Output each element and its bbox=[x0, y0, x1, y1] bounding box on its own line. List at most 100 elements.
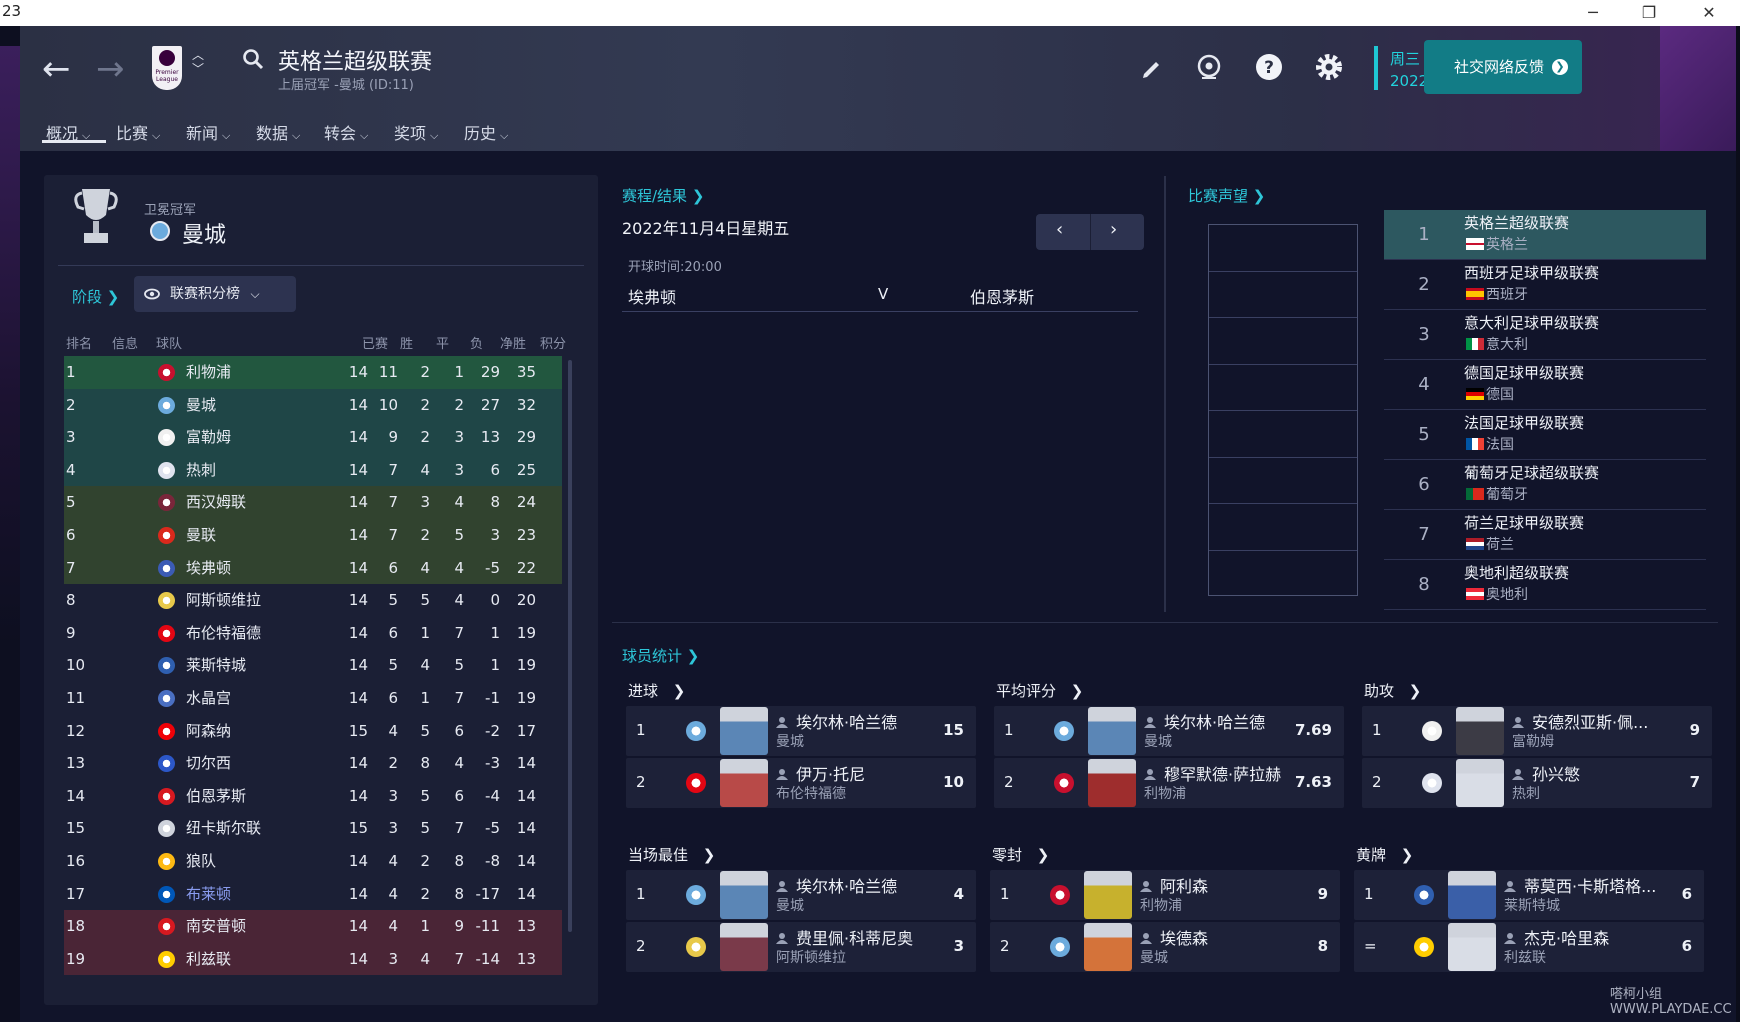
ball-icon[interactable] bbox=[1192, 50, 1226, 84]
col-header-pos[interactable]: 排名 bbox=[66, 333, 92, 352]
team-name[interactable]: 西汉姆联 bbox=[186, 486, 246, 519]
team-name[interactable]: 曼联 bbox=[186, 519, 216, 552]
player-photo[interactable] bbox=[1456, 759, 1504, 807]
team-name[interactable]: 狼队 bbox=[186, 845, 216, 878]
player-stat-row[interactable]: 2 费里佩·科蒂尼奥 阿斯顿维拉 3 bbox=[626, 922, 976, 972]
fixtures-heading[interactable]: 赛程/结果 ❯ bbox=[622, 185, 704, 206]
player-name[interactable]: 埃尔林·哈兰德 bbox=[796, 709, 897, 733]
player-photo[interactable] bbox=[1084, 923, 1132, 971]
table-row[interactable]: 水晶宫 11 14 6 1 7 -1 19 bbox=[64, 682, 562, 715]
search-icon[interactable] bbox=[242, 48, 264, 70]
previous-date-button[interactable]: ‹ bbox=[1056, 219, 1063, 240]
match-versus[interactable]: V bbox=[878, 285, 888, 303]
team-name[interactable]: 布伦特福德 bbox=[186, 617, 261, 650]
team-name[interactable]: 利物浦 bbox=[186, 356, 231, 389]
player-stat-row[interactable]: 1 埃尔林·哈兰德 曼城 15 bbox=[626, 706, 976, 756]
table-row[interactable]: 布伦特福德 9 14 6 1 7 1 19 bbox=[64, 617, 562, 650]
settings-gear-icon[interactable] bbox=[1312, 50, 1346, 84]
player-club[interactable]: 富勒姆 bbox=[1512, 731, 1554, 751]
player-club[interactable]: 利物浦 bbox=[1144, 783, 1186, 803]
player-stat-row[interactable]: 2 穆罕默德·萨拉赫 利物浦 7.63 bbox=[994, 758, 1344, 808]
close-icon[interactable]: ✕ bbox=[1686, 0, 1732, 26]
league-name[interactable]: 西班牙足球甲级联赛 bbox=[1464, 262, 1599, 283]
table-row[interactable]: 热刺 4 14 7 4 3 6 25 bbox=[64, 453, 562, 487]
team-name[interactable]: 切尔西 bbox=[186, 747, 231, 780]
team-name[interactable]: 阿森纳 bbox=[186, 715, 231, 748]
player-name[interactable]: 伊万·托尼 bbox=[796, 761, 865, 785]
col-header-drawn[interactable]: 平 bbox=[436, 333, 449, 352]
league-name[interactable]: 德国足球甲级联赛 bbox=[1464, 362, 1584, 383]
player-club[interactable]: 曼城 bbox=[1144, 731, 1172, 751]
table-row[interactable]: 富勒姆 3 14 9 2 3 13 29 bbox=[64, 421, 562, 454]
table-row[interactable]: 利兹联 19 14 3 4 7 -14 13 bbox=[64, 942, 562, 976]
player-stat-row[interactable]: 2 孙兴慜 热刺 7 bbox=[1362, 758, 1712, 808]
player-photo[interactable] bbox=[720, 871, 768, 919]
tab-news[interactable]: 新闻 ⌵ bbox=[186, 116, 230, 152]
player-club[interactable]: 布伦特福德 bbox=[776, 783, 846, 803]
player-name[interactable]: 穆罕默德·萨拉赫 bbox=[1164, 761, 1281, 785]
match-away-team[interactable]: 伯恩茅斯 bbox=[970, 284, 1034, 308]
rating-heading[interactable]: 平均评分 ❯ bbox=[996, 680, 1083, 701]
tab-history[interactable]: 历史 ⌵ bbox=[464, 116, 508, 152]
col-header-team[interactable]: 球队 bbox=[156, 333, 182, 352]
table-row[interactable]: 曼联 6 14 7 2 5 3 23 bbox=[64, 518, 562, 552]
tab-overview[interactable]: 概况 ⌵ bbox=[46, 116, 90, 152]
player-club[interactable]: 曼城 bbox=[776, 895, 804, 915]
table-view-dropdown[interactable]: 联赛积分榜 ⌵ bbox=[134, 276, 296, 312]
reputation-heading[interactable]: 比赛声望 ❯ bbox=[1188, 185, 1265, 206]
league-name[interactable]: 法国足球甲级联赛 bbox=[1464, 412, 1584, 433]
player-name[interactable]: 杰克·哈里森 bbox=[1524, 925, 1609, 949]
player-name[interactable]: 安德烈亚斯·佩... bbox=[1532, 709, 1648, 733]
player-name[interactable]: 蒂莫西·卡斯塔格... bbox=[1524, 873, 1656, 897]
champion-team[interactable]: 曼城 bbox=[182, 217, 226, 249]
reputation-item[interactable]: 5 法国足球甲级联赛 法国 bbox=[1384, 410, 1706, 460]
league-name[interactable]: 荷兰足球甲级联赛 bbox=[1464, 512, 1584, 533]
table-row[interactable]: 阿森纳 12 15 4 5 6 -2 17 bbox=[64, 715, 562, 748]
player-stat-row[interactable]: 2 埃德森 曼城 8 bbox=[990, 922, 1340, 972]
player-name[interactable]: 埃德森 bbox=[1160, 925, 1208, 949]
player-photo[interactable] bbox=[1448, 871, 1496, 919]
player-photo[interactable] bbox=[720, 707, 768, 755]
table-row[interactable]: 伯恩茅斯 14 14 3 5 6 -4 14 bbox=[64, 780, 562, 813]
stage-selector[interactable]: 阶段 ❯ bbox=[72, 286, 119, 307]
team-name[interactable]: 纽卡斯尔联 bbox=[186, 812, 261, 845]
player-stat-row[interactable]: 1 蒂莫西·卡斯塔格... 莱斯特城 6 bbox=[1354, 870, 1704, 920]
league-name[interactable]: 奥地利超级联赛 bbox=[1464, 562, 1569, 583]
team-name[interactable]: 热刺 bbox=[186, 454, 216, 487]
player-photo[interactable] bbox=[720, 923, 768, 971]
yellow-cards-heading[interactable]: 黄牌 ❯ bbox=[1356, 844, 1413, 865]
col-header-won[interactable]: 胜 bbox=[400, 333, 413, 352]
team-name[interactable]: 布莱顿 bbox=[186, 878, 231, 911]
table-scrollbar[interactable] bbox=[568, 360, 572, 932]
player-club[interactable]: 莱斯特城 bbox=[1504, 895, 1560, 915]
player-photo[interactable] bbox=[1088, 707, 1136, 755]
team-name[interactable]: 利兹联 bbox=[186, 943, 231, 976]
reputation-item[interactable]: 1 英格兰超级联赛 英格兰 bbox=[1384, 210, 1706, 260]
player-club[interactable]: 利物浦 bbox=[1140, 895, 1182, 915]
assists-heading[interactable]: 助攻 ❯ bbox=[1364, 680, 1421, 701]
next-date-button[interactable]: › bbox=[1110, 219, 1117, 240]
up-down-chevron-icon[interactable]: ︿ ﹀ bbox=[192, 48, 204, 76]
league-name[interactable]: 意大利足球甲级联赛 bbox=[1464, 312, 1599, 333]
league-name[interactable]: 英格兰超级联赛 bbox=[1464, 212, 1569, 233]
table-row[interactable]: 西汉姆联 5 14 7 3 4 8 24 bbox=[64, 486, 562, 519]
table-row[interactable]: 狼队 16 14 4 2 8 -8 14 bbox=[64, 845, 562, 878]
tab-matches[interactable]: 比赛 ⌵ bbox=[116, 116, 160, 152]
table-row[interactable]: 南安普顿 18 14 4 1 9 -11 13 bbox=[64, 910, 562, 943]
match-home-team[interactable]: 埃弗顿 bbox=[628, 284, 676, 308]
player-name[interactable]: 费里佩·科蒂尼奥 bbox=[796, 925, 913, 949]
minimize-icon[interactable]: ─ bbox=[1570, 0, 1616, 26]
col-header-info[interactable]: 信息 bbox=[112, 333, 138, 352]
player-stat-row[interactable]: 1 埃尔林·哈兰德 曼城 7.69 bbox=[994, 706, 1344, 756]
premier-league-badge[interactable]: Premier League bbox=[152, 46, 182, 90]
goals-heading[interactable]: 进球 ❯ bbox=[628, 680, 685, 701]
player-name[interactable]: 阿利森 bbox=[1160, 873, 1208, 897]
reputation-item[interactable]: 8 奥地利超级联赛 奥地利 bbox=[1384, 560, 1706, 610]
table-row[interactable]: 布莱顿 17 14 4 2 8 -17 14 bbox=[64, 878, 562, 911]
clean-sheets-heading[interactable]: 零封 ❯ bbox=[992, 844, 1049, 865]
player-club[interactable]: 利兹联 bbox=[1504, 947, 1546, 967]
player-photo[interactable] bbox=[1088, 759, 1136, 807]
table-row[interactable]: 曼城 2 14 10 2 2 27 32 bbox=[64, 388, 562, 422]
table-row[interactable]: 埃弗顿 7 14 6 4 4 -5 22 bbox=[64, 551, 562, 585]
player-photo[interactable] bbox=[720, 759, 768, 807]
